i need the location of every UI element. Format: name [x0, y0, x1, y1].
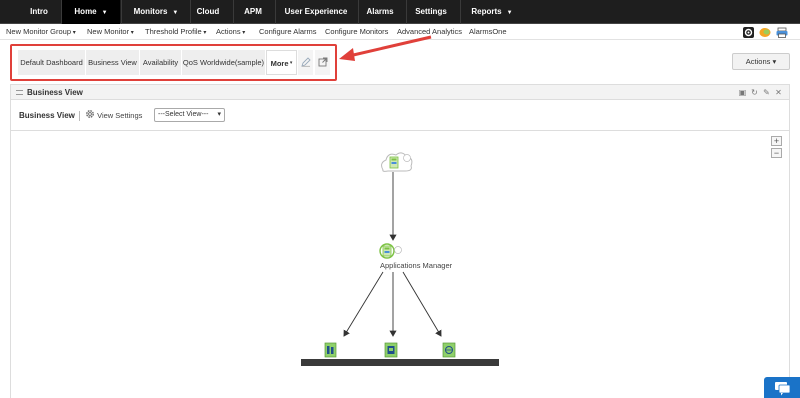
top-nav: Intro Home ▼ Monitors ▼ Cloud APM User Exp… [0, 0, 800, 24]
printer-icon[interactable] [776, 27, 788, 38]
nav-tab-settings[interactable]: Settings [410, 0, 452, 24]
close-icon[interactable]: ✕ [774, 88, 783, 97]
edit-icon[interactable]: ✎ [762, 88, 771, 97]
minimize-icon[interactable]: ▣ [738, 88, 747, 97]
nav-tab-home[interactable]: Home ▼ [62, 0, 120, 24]
settings-gear-icon[interactable] [743, 27, 754, 38]
nav-tab-reports[interactable]: Reports ▼ [462, 0, 522, 24]
drag-handle-icon[interactable] [16, 90, 23, 95]
chevron-down-icon: ▼ [506, 10, 513, 16]
business-view-widget: Business View ▣ ↻ ✎ ✕ Business View View Se… [10, 84, 790, 398]
actions-button[interactable]: Actions ▾ [732, 53, 790, 70]
nav-tab-intro[interactable]: Intro [18, 0, 60, 24]
nav-tab-cloud[interactable]: Cloud [191, 0, 225, 24]
actions-menu[interactable]: Actions [216, 24, 245, 40]
widget-title: Business View [27, 88, 83, 97]
zoom-out-button[interactable]: − [771, 148, 782, 158]
widget-header: Business View ▣ ↻ ✎ ✕ [11, 85, 789, 100]
zoom-in-button[interactable]: + [771, 136, 782, 146]
new-monitor-group-menu[interactable]: New Monitor Group [6, 24, 76, 40]
alarmsone-link[interactable]: AlarmsOne [469, 24, 507, 40]
select-view-dropdown[interactable]: ---Select View--- [154, 108, 225, 122]
nav-tab-monitors[interactable]: Monitors ▼ [122, 0, 190, 24]
business-view-toolbar: Business View View Settings ---Select Vi… [11, 101, 789, 131]
chevron-down-icon: ▼ [101, 10, 108, 16]
business-view-label: Business View [19, 111, 75, 120]
gear-icon [86, 110, 94, 118]
annotation-arrow [339, 35, 432, 61]
chat-button[interactable] [764, 377, 800, 398]
chevron-down-icon: ▼ [172, 10, 179, 16]
annotation-highlight-box [10, 44, 337, 81]
new-monitor-menu[interactable]: New Monitor [87, 24, 134, 40]
talk-back-icon[interactable] [759, 27, 771, 38]
nav-tab-apm[interactable]: APM [238, 0, 268, 24]
chat-icon [775, 382, 791, 396]
configure-alarms-link[interactable]: Configure Alarms [259, 24, 317, 40]
threshold-profile-menu[interactable]: Threshold Profile [145, 24, 206, 40]
nav-tab-user-experience[interactable]: User Experience [280, 0, 352, 24]
chevron-down-icon: ▾ [772, 57, 777, 66]
view-settings-link[interactable]: View Settings [85, 109, 142, 123]
refresh-icon[interactable]: ↻ [750, 88, 759, 97]
applications-manager-label: Applications Manager [380, 261, 453, 270]
nav-tab-alarms[interactable]: Alarms [360, 0, 400, 24]
